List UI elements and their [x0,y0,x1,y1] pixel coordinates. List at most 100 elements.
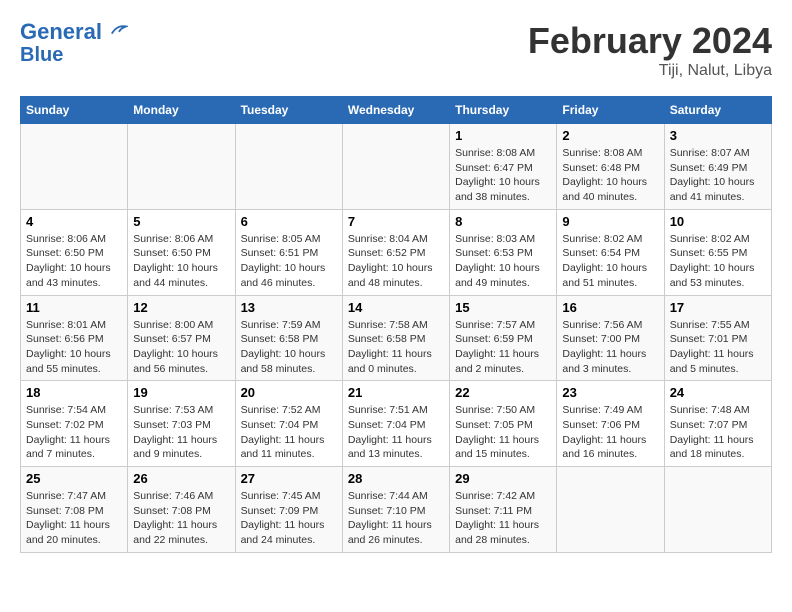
calendar-day-cell: 23 Sunrise: 7:49 AMSunset: 7:06 PMDayligh… [557,381,664,467]
day-detail: Sunrise: 8:02 AMSunset: 6:55 PMDaylight:… [670,232,766,291]
calendar-week-row: 18Sunrise: 7:54 AMSunset: 7:02 PMDayligh… [21,381,772,467]
calendar-day-cell: 6Sunrise: 8:05 AMSunset: 6:51 PMDaylight… [235,209,342,295]
day-detail: Sunrise: 7:59 AMSunset: 6:58 PMDaylight:… [241,318,337,377]
calendar-day-cell: 19 Sunrise: 7:53 AMSunset: 7:03 PMDayligh… [128,381,235,467]
day-of-week-header: Wednesday [342,97,449,124]
calendar-day-cell: 29 Sunrise: 7:42 AMSunset: 7:11 PMDayligh… [450,467,557,553]
day-detail: Sunrise: 7:49 AMSunset: 7:06 PMDaylight:… [562,403,658,462]
day-detail: Sunrise: 7:56 AMSunset: 7:00 PMDaylight:… [562,318,658,377]
calendar-day-cell [235,124,342,210]
day-detail: Sunrise: 7:53 AMSunset: 7:03 PMDaylight:… [133,403,229,462]
day-detail: Sunrise: 8:08 AMSunset: 6:48 PMDaylight:… [562,146,658,205]
day-detail: Sunrise: 8:05 AMSunset: 6:51 PMDaylight:… [241,232,337,291]
day-number: 15 [455,300,551,315]
day-detail: Sunrise: 8:01 AMSunset: 6:56 PMDaylight:… [26,318,122,377]
day-of-week-header: Saturday [664,97,771,124]
calendar-day-cell: 12 Sunrise: 8:00 AMSunset: 6:57 PMDayligh… [128,295,235,381]
day-number: 24 [670,385,766,400]
day-number: 23 [562,385,658,400]
calendar-week-row: 1 Sunrise: 8:08 AMSunset: 6:47 PMDaylight… [21,124,772,210]
day-detail: Sunrise: 7:50 AMSunset: 7:05 PMDaylight:… [455,403,551,462]
day-of-week-header: Tuesday [235,97,342,124]
day-number: 11 [26,300,122,315]
calendar-day-cell: 27Sunrise: 7:45 AMSunset: 7:09 PMDayligh… [235,467,342,553]
logo-text: General [20,20,128,44]
calendar-day-cell: 28 Sunrise: 7:44 AMSunset: 7:10 PMDayligh… [342,467,449,553]
day-number: 7 [348,214,444,229]
day-detail: Sunrise: 8:04 AMSunset: 6:52 PMDaylight:… [348,232,444,291]
day-number: 5 [133,214,229,229]
day-detail: Sunrise: 7:44 AMSunset: 7:10 PMDaylight:… [348,489,444,548]
calendar-day-cell: 9 Sunrise: 8:02 AMSunset: 6:54 PMDaylight… [557,209,664,295]
calendar-day-cell: 10 Sunrise: 8:02 AMSunset: 6:55 PMDayligh… [664,209,771,295]
calendar-day-cell: 2 Sunrise: 8:08 AMSunset: 6:48 PMDaylight… [557,124,664,210]
calendar-day-cell [342,124,449,210]
logo-bird-icon [110,21,128,39]
calendar-day-cell [557,467,664,553]
day-detail: Sunrise: 7:46 AMSunset: 7:08 PMDaylight:… [133,489,229,548]
calendar-day-cell: 5 Sunrise: 8:06 AMSunset: 6:50 PMDaylight… [128,209,235,295]
calendar-header-row: SundayMondayTuesdayWednesdayThursdayFrid… [21,97,772,124]
day-number: 27 [241,471,337,486]
day-number: 21 [348,385,444,400]
calendar-day-cell: 24 Sunrise: 7:48 AMSunset: 7:07 PMDayligh… [664,381,771,467]
calendar-day-cell: 14 Sunrise: 7:58 AMSunset: 6:58 PMDayligh… [342,295,449,381]
day-detail: Sunrise: 8:02 AMSunset: 6:54 PMDaylight:… [562,232,658,291]
day-detail: Sunrise: 7:42 AMSunset: 7:11 PMDaylight:… [455,489,551,548]
title-block: February 2024 Tiji, Nalut, Libya [528,20,772,80]
day-number: 22 [455,385,551,400]
day-of-week-header: Friday [557,97,664,124]
day-detail: Sunrise: 8:06 AMSunset: 6:50 PMDaylight:… [133,232,229,291]
calendar-day-cell: 4 Sunrise: 8:06 AMSunset: 6:50 PMDaylight… [21,209,128,295]
calendar-day-cell: 15 Sunrise: 7:57 AMSunset: 6:59 PMDayligh… [450,295,557,381]
day-detail: Sunrise: 7:51 AMSunset: 7:04 PMDaylight:… [348,403,444,462]
day-of-week-header: Thursday [450,97,557,124]
calendar-day-cell: 26 Sunrise: 7:46 AMSunset: 7:08 PMDayligh… [128,467,235,553]
day-number: 28 [348,471,444,486]
day-number: 19 [133,385,229,400]
calendar-week-row: 11 Sunrise: 8:01 AMSunset: 6:56 PMDayligh… [21,295,772,381]
main-title: February 2024 [528,20,772,62]
calendar-week-row: 25Sunrise: 7:47 AMSunset: 7:08 PMDayligh… [21,467,772,553]
calendar-day-cell: 18Sunrise: 7:54 AMSunset: 7:02 PMDayligh… [21,381,128,467]
day-detail: Sunrise: 7:55 AMSunset: 7:01 PMDaylight:… [670,318,766,377]
calendar-week-row: 4 Sunrise: 8:06 AMSunset: 6:50 PMDaylight… [21,209,772,295]
calendar-day-cell: 3Sunrise: 8:07 AMSunset: 6:49 PMDaylight… [664,124,771,210]
day-number: 14 [348,300,444,315]
day-of-week-header: Monday [128,97,235,124]
day-number: 18 [26,385,122,400]
day-number: 10 [670,214,766,229]
day-detail: Sunrise: 7:58 AMSunset: 6:58 PMDaylight:… [348,318,444,377]
day-detail: Sunrise: 7:52 AMSunset: 7:04 PMDaylight:… [241,403,337,462]
day-number: 2 [562,128,658,143]
day-detail: Sunrise: 8:06 AMSunset: 6:50 PMDaylight:… [26,232,122,291]
calendar-day-cell: 7 Sunrise: 8:04 AMSunset: 6:52 PMDaylight… [342,209,449,295]
day-number: 12 [133,300,229,315]
day-number: 17 [670,300,766,315]
page-header: General Blue February 2024 Tiji, Nalut, … [20,20,772,80]
day-number: 1 [455,128,551,143]
calendar-day-cell: 13 Sunrise: 7:59 AMSunset: 6:58 PMDayligh… [235,295,342,381]
day-detail: Sunrise: 7:57 AMSunset: 6:59 PMDaylight:… [455,318,551,377]
calendar-day-cell [128,124,235,210]
calendar-day-cell: 16Sunrise: 7:56 AMSunset: 7:00 PMDayligh… [557,295,664,381]
day-number: 29 [455,471,551,486]
day-number: 9 [562,214,658,229]
sub-title: Tiji, Nalut, Libya [528,62,772,80]
day-detail: Sunrise: 8:00 AMSunset: 6:57 PMDaylight:… [133,318,229,377]
calendar-day-cell: 22 Sunrise: 7:50 AMSunset: 7:05 PMDayligh… [450,381,557,467]
calendar-day-cell: 1 Sunrise: 8:08 AMSunset: 6:47 PMDaylight… [450,124,557,210]
calendar-day-cell: 21 Sunrise: 7:51 AMSunset: 7:04 PMDayligh… [342,381,449,467]
day-detail: Sunrise: 8:08 AMSunset: 6:47 PMDaylight:… [455,146,551,205]
calendar-day-cell: 20Sunrise: 7:52 AMSunset: 7:04 PMDayligh… [235,381,342,467]
day-number: 26 [133,471,229,486]
calendar-table: SundayMondayTuesdayWednesdayThursdayFrid… [20,96,772,553]
day-number: 4 [26,214,122,229]
day-detail: Sunrise: 8:03 AMSunset: 6:53 PMDaylight:… [455,232,551,291]
day-number: 13 [241,300,337,315]
day-detail: Sunrise: 7:47 AMSunset: 7:08 PMDaylight:… [26,489,122,548]
calendar-day-cell [21,124,128,210]
calendar-day-cell: 25Sunrise: 7:47 AMSunset: 7:08 PMDayligh… [21,467,128,553]
day-detail: Sunrise: 7:48 AMSunset: 7:07 PMDaylight:… [670,403,766,462]
calendar-day-cell [664,467,771,553]
